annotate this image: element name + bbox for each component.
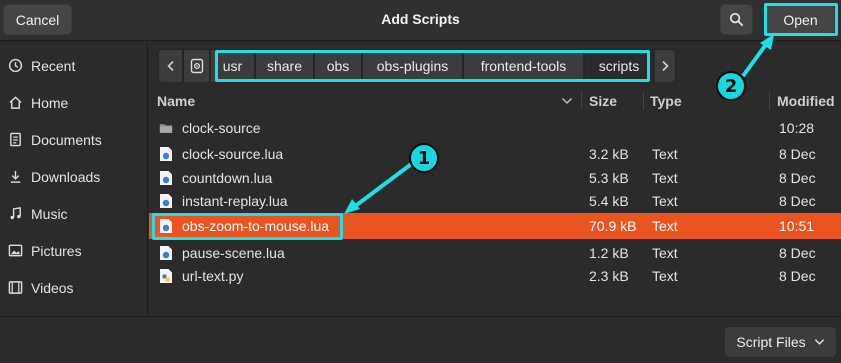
file-filter-dropdown[interactable]: Script Files (724, 326, 837, 358)
file-modified: 8 Dec (779, 193, 816, 209)
lua-file-icon (160, 147, 172, 161)
chevron-down-icon (561, 97, 573, 105)
file-name: countdown.lua (182, 170, 273, 186)
file-size: 2.3 kB (589, 268, 629, 284)
file-name: obs-zoom-to-mouse.lua (182, 218, 330, 234)
path-segment-scripts[interactable]: scripts (584, 49, 654, 83)
column-header-name[interactable]: Name (157, 88, 195, 114)
file-modified: 10:28 (779, 120, 815, 136)
list-item-selected[interactable]: obs-zoom-to-mouse.lua 70.9 kB Text 10:51 (149, 213, 841, 239)
lua-file-icon (160, 171, 172, 185)
file-type: Text (652, 268, 678, 284)
path-forward-button[interactable] (654, 49, 676, 83)
list-item[interactable]: url-text.py 2.3 kB Text 8 Dec (149, 264, 841, 288)
column-divider (769, 92, 770, 110)
sidebar-item-label: Downloads (31, 168, 101, 185)
list-item[interactable]: clock-source.lua 3.2 kB Text 8 Dec (149, 142, 841, 166)
path-segment-frontend-tools[interactable]: frontend-tools (463, 49, 584, 83)
file-type: Text (652, 218, 678, 234)
file-size: 3.2 kB (589, 146, 629, 162)
path-segment-obs[interactable]: obs (314, 49, 362, 83)
footer-bar: Script Files (0, 316, 841, 363)
folder-icon (159, 124, 173, 133)
search-button[interactable] (720, 4, 753, 35)
drive-icon (190, 58, 203, 74)
sidebar-item-recent[interactable]: Recent (0, 47, 148, 84)
list-item[interactable]: instant-replay.lua 5.4 kB Text 8 Dec (149, 189, 841, 213)
file-size: 5.4 kB (589, 193, 629, 209)
sidebar-item-label: Documents (31, 131, 102, 148)
list-item[interactable]: pause-scene.lua 1.2 kB Text 8 Dec (149, 241, 841, 265)
file-type: Text (652, 193, 678, 209)
file-size: 70.9 kB (589, 218, 637, 234)
sidebar-item-documents[interactable]: Documents (0, 121, 148, 158)
lua-file-icon (160, 194, 172, 208)
path-segment-usr[interactable]: usr (210, 49, 255, 83)
file-modified: 8 Dec (779, 268, 816, 284)
download-icon (10, 170, 20, 183)
chevron-down-icon (814, 339, 824, 345)
lua-file-icon (160, 219, 172, 233)
file-modified: 8 Dec (779, 170, 816, 186)
sidebar: Recent Home Documents Downloads Music Pi… (0, 41, 148, 316)
step-badge-1: 1 (409, 143, 439, 173)
column-header-size[interactable]: Size (589, 88, 617, 114)
search-icon (729, 12, 744, 27)
clock-icon (8, 58, 22, 73)
file-size: 1.2 kB (589, 245, 629, 261)
picture-icon (8, 244, 22, 257)
file-modified: 10:51 (779, 218, 815, 234)
header-bar: Cancel Add Scripts Open (0, 0, 841, 41)
path-back-button[interactable] (158, 49, 183, 83)
video-icon (8, 281, 22, 294)
chevron-right-icon (662, 60, 669, 72)
music-icon (10, 207, 21, 220)
open-button[interactable]: Open (766, 5, 835, 34)
sidebar-item-label: Home (31, 94, 69, 111)
sidebar-item-label: Recent (31, 57, 76, 74)
home-icon (8, 96, 22, 109)
sidebar-item-music[interactable]: Music (0, 195, 148, 232)
lua-file-icon (160, 246, 172, 260)
chevron-left-icon (166, 60, 174, 72)
cancel-button[interactable]: Cancel (3, 4, 72, 35)
column-header-type[interactable]: Type (650, 88, 682, 114)
file-modified: 8 Dec (779, 146, 816, 162)
file-name: clock-source.lua (182, 146, 284, 162)
path-bar: usr share obs obs-plugins frontend-tools… (158, 49, 676, 83)
sidebar-item-home[interactable]: Home (0, 84, 148, 121)
document-icon (9, 132, 21, 147)
file-name: clock-source (182, 120, 261, 136)
file-name: pause-scene.lua (182, 245, 285, 261)
file-name: url-text.py (182, 268, 244, 284)
sidebar-item-label: Videos (31, 279, 74, 296)
column-header-modified[interactable]: Modified (777, 88, 835, 114)
file-size: 5.3 kB (589, 170, 629, 186)
dialog-title: Add Scripts (381, 11, 460, 27)
path-segment-obs-plugins[interactable]: obs-plugins (362, 49, 463, 83)
path-segment-share[interactable]: share (255, 49, 314, 83)
column-divider (581, 92, 582, 110)
file-type: Text (652, 146, 678, 162)
sidebar-item-label: Music (31, 205, 68, 222)
file-type: Text (652, 245, 678, 261)
file-name: instant-replay.lua (182, 193, 288, 209)
file-modified: 8 Dec (779, 245, 816, 261)
column-divider (643, 92, 644, 110)
step-badge-2: 2 (716, 71, 746, 101)
list-item[interactable]: clock-source 10:28 (149, 116, 841, 140)
python-file-icon (160, 269, 172, 283)
sidebar-item-label: Pictures (31, 242, 82, 259)
sidebar-item-downloads[interactable]: Downloads (0, 158, 148, 195)
file-type: Text (652, 170, 678, 186)
file-filter-label: Script Files (736, 334, 806, 350)
sort-toggle[interactable] (561, 88, 573, 114)
path-root-button[interactable] (183, 49, 210, 83)
sidebar-item-videos[interactable]: Videos (0, 269, 148, 306)
list-item[interactable]: countdown.lua 5.3 kB Text 8 Dec (149, 166, 841, 190)
sidebar-item-pictures[interactable]: Pictures (0, 232, 148, 269)
